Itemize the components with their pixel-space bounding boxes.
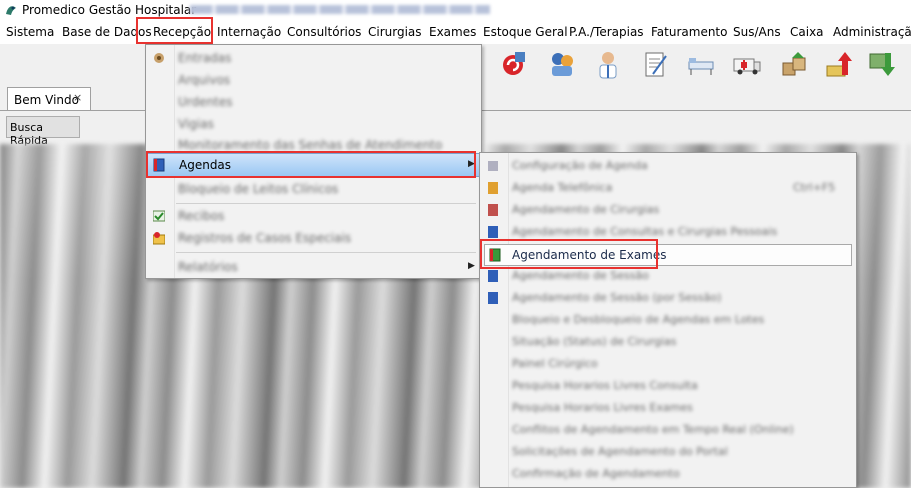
submenu-configuracao-agenda[interactable]: Configuração de Agenda	[512, 159, 648, 172]
window-title: Promedico Gestão Hospitalar -	[22, 3, 205, 17]
busca-rapida-button[interactable]: Busca Rápida	[6, 116, 80, 147]
menu-faturamento[interactable]: Faturamento	[651, 25, 727, 39]
menu-cirurgias[interactable]: Cirurgias	[368, 25, 422, 39]
menu-sistema[interactable]: Sistema	[6, 25, 54, 39]
menu-sus-ans[interactable]: Sus/Ans	[733, 25, 781, 39]
annotation-box-agendamento-exames	[480, 239, 658, 269]
menu-item-urdentes[interactable]: Urdentes	[178, 95, 232, 109]
consult-icon	[488, 226, 498, 238]
tab-bem-vindo[interactable]: Bem Vindo ×	[7, 87, 91, 110]
menu-item-arquivos[interactable]: Arquivos	[178, 73, 230, 87]
menu-pa-terapias[interactable]: P.A./Terapias	[569, 25, 644, 39]
close-icon[interactable]: ×	[73, 91, 82, 104]
submenu-situacao-cirurgias[interactable]: Situação (Status) de Cirurgias	[512, 335, 677, 348]
phone-book-icon	[488, 182, 498, 194]
submenu-bloqueio-agendas[interactable]: Bloqueio e Desbloqueio de Agendas em Lot…	[512, 313, 764, 326]
annotation-box-agendas	[146, 151, 476, 178]
submenu-conflitos-agendamento[interactable]: Conflitos de Agendamento em Tempo Real (…	[512, 423, 794, 436]
shortcut-ctrl-f5: Ctrl+F5	[793, 181, 836, 194]
submenu-agendamento-consultas[interactable]: Agendamento de Consultas e Cirurgias Pes…	[512, 225, 777, 238]
title-redacted-info	[190, 5, 490, 14]
app-logo-icon	[6, 6, 16, 15]
session-icon	[488, 270, 498, 282]
menu-estoque-geral[interactable]: Estoque Geral	[483, 25, 568, 39]
menu-item-recibos[interactable]: Recibos	[178, 209, 224, 223]
menu-consultorios[interactable]: Consultórios	[287, 25, 361, 39]
hospital-bed-icon[interactable]	[685, 48, 717, 80]
submenu-arrow-icon: ▶	[468, 261, 475, 271]
annotation-box-recepcao	[136, 17, 213, 44]
menu-exames[interactable]: Exames	[429, 25, 476, 39]
menu-administracao[interactable]: Administração	[833, 25, 911, 39]
menu-item-casos-especiais[interactable]: Registros de Casos Especiais	[178, 231, 351, 245]
menu-caixa[interactable]: Caixa	[790, 25, 824, 39]
submenu-agenda-telefonica[interactable]: Agenda Telefônica	[512, 181, 612, 194]
users-group-icon[interactable]	[546, 48, 578, 80]
boxes-icon[interactable]	[778, 48, 810, 80]
menu-separator	[176, 252, 476, 253]
menu-separator	[176, 203, 476, 204]
menu-item-relatorios[interactable]: Relatórios	[178, 260, 238, 274]
menu-item-bloqueio-leitos[interactable]: Bloqueio de Leitos Clínicos	[178, 182, 338, 196]
submenu-agendamento-sessao[interactable]: Agendamento de Sessão	[512, 269, 649, 282]
menu-item-vigias[interactable]: Vigias	[178, 117, 214, 131]
submenu-painel-cirurgico[interactable]: Painel Cirúrgico	[512, 357, 598, 370]
submenu-horarios-livres-exames[interactable]: Pesquisa Horarios Livres Exames	[512, 401, 693, 414]
submenu-confirmacao-agendamento[interactable]: Confirmação de Agendamento	[512, 467, 680, 480]
submenu-solicitacoes-portal[interactable]: Solicitações de Agendamento do Portal	[512, 445, 728, 458]
submenu-agendamento-cirurgias[interactable]: Agendamento de Cirurgias	[512, 203, 659, 216]
surgery-icon	[488, 204, 498, 216]
ambulance-icon[interactable]	[731, 48, 763, 80]
submenu-horarios-livres-consulta[interactable]: Pesquisa Horarios Livres Consulta	[512, 379, 698, 392]
config-icon	[488, 161, 498, 171]
money-up-icon[interactable]	[823, 48, 855, 80]
money-down-icon[interactable]	[866, 48, 898, 80]
refresh-icon[interactable]	[497, 48, 529, 80]
menu-item-entradas[interactable]: Entradas	[178, 51, 231, 65]
agendas-submenu: Configuração de Agenda Agenda Telefônica…	[479, 152, 857, 488]
clipboard-pen-icon[interactable]	[639, 48, 671, 80]
menu-internacao[interactable]: Internação	[217, 25, 281, 39]
menu-item-monitoramento-senhas[interactable]: Monitoramento das Senhas de Atendimento	[178, 138, 442, 152]
entradas-icon	[154, 53, 164, 63]
tab-label: Bem Vindo	[14, 93, 79, 107]
checkmark-icon	[153, 210, 165, 222]
session-batch-icon	[488, 292, 498, 304]
folder-star-icon	[153, 232, 165, 245]
submenu-agendamento-sessao-por-sessao[interactable]: Agendamento de Sessão (por Sessão)	[512, 291, 721, 304]
doctor-icon[interactable]	[592, 48, 624, 80]
